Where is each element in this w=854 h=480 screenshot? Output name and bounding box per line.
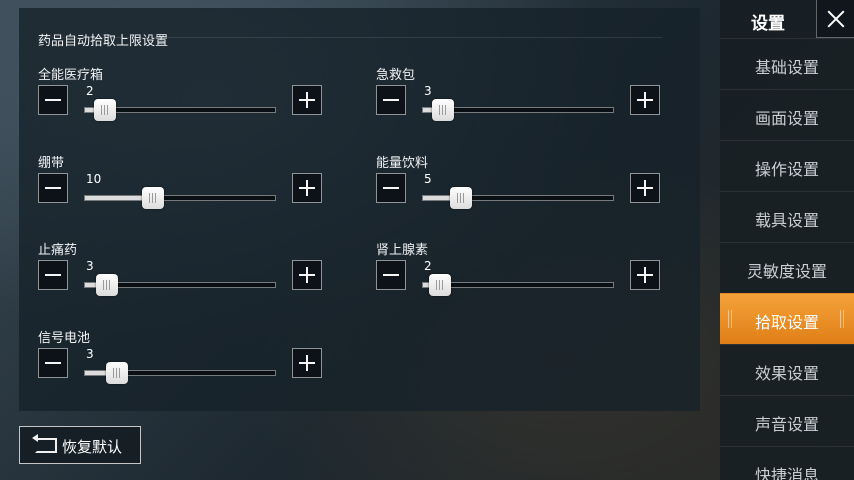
nav-label: 拾取设置 [754, 313, 819, 332]
slider-knob[interactable] [105, 362, 128, 384]
slider-track[interactable] [84, 195, 276, 201]
setting-label: 信号电池 [38, 331, 91, 346]
value-label: 2 [86, 84, 94, 98]
nav-label: 效果设置 [754, 364, 819, 383]
sidebar-title: 设置 [751, 14, 785, 34]
restore-defaults-label: 恢复默认 [62, 438, 123, 456]
slider-track[interactable] [422, 282, 614, 288]
setting-label: 止痛药 [38, 243, 78, 258]
setting-medkit: 全能医疗箱 2 [38, 64, 323, 134]
slider-knob[interactable] [432, 99, 455, 121]
minus-icon [383, 99, 399, 101]
setting-label: 急救包 [376, 68, 416, 83]
minus-icon [45, 187, 61, 189]
setting-label: 绷带 [38, 156, 65, 171]
nav-item-effects[interactable]: 效果设置 [720, 344, 854, 395]
section-title: 药品自动拾取上限设置 [38, 34, 169, 49]
decrease-button[interactable] [376, 85, 406, 115]
nav-label: 画面设置 [754, 109, 819, 128]
slider-knob[interactable] [142, 187, 165, 209]
nav-label: 灵敏度设置 [746, 262, 827, 281]
nav-item-pickup[interactable]: 拾取设置 [720, 293, 854, 344]
setting-adrenaline: 肾上腺素 2 [376, 239, 661, 309]
sidebar-header: 设置 [720, 0, 854, 38]
increase-button[interactable] [630, 85, 660, 115]
nav-item-basic[interactable]: 基础设置 [720, 38, 854, 89]
value-label: 2 [424, 259, 432, 273]
value-label: 10 [86, 172, 102, 186]
nav-item-quick-chat[interactable]: 快捷消息 [720, 446, 854, 480]
restore-icon [32, 434, 57, 453]
setting-label: 全能医疗箱 [38, 68, 104, 83]
section-divider [38, 37, 662, 38]
nav-label: 载具设置 [754, 211, 819, 230]
nav-item-graphics[interactable]: 画面设置 [720, 89, 854, 140]
minus-icon [45, 99, 61, 101]
slider-knob[interactable] [449, 187, 472, 209]
minus-icon [45, 274, 61, 276]
decrease-button[interactable] [376, 173, 406, 203]
decrease-button[interactable] [38, 348, 68, 378]
nav-label: 操作设置 [754, 160, 819, 179]
decrease-button[interactable] [38, 85, 68, 115]
setting-label: 能量饮料 [376, 156, 429, 171]
increase-button[interactable] [630, 260, 660, 290]
nav-item-audio[interactable]: 声音设置 [720, 395, 854, 446]
setting-signal-battery: 信号电池 3 [38, 327, 323, 397]
slider-knob[interactable] [94, 99, 117, 121]
minus-icon [383, 187, 399, 189]
restore-defaults-button[interactable]: 恢复默认 [19, 426, 141, 464]
nav-label: 基础设置 [754, 58, 819, 77]
value-label: 3 [86, 259, 94, 273]
pickup-limit-panel: 药品自动拾取上限设置 全能医疗箱 2 急救包 3 绷带 10 能量饮料 5 止痛… [19, 8, 700, 411]
increase-button[interactable] [292, 260, 322, 290]
minus-icon [45, 362, 61, 364]
increase-button[interactable] [292, 85, 322, 115]
nav-label: 声音设置 [754, 415, 819, 434]
increase-button[interactable] [292, 348, 322, 378]
setting-label: 肾上腺素 [376, 243, 429, 258]
value-label: 3 [86, 347, 94, 361]
value-label: 3 [424, 84, 432, 98]
nav-item-controls[interactable]: 操作设置 [720, 140, 854, 191]
slider-knob[interactable] [96, 274, 119, 296]
setting-painkiller: 止痛药 3 [38, 239, 323, 309]
decrease-button[interactable] [376, 260, 406, 290]
setting-bandage: 绷带 10 [38, 152, 323, 222]
close-icon[interactable] [816, 0, 854, 38]
decrease-button[interactable] [38, 173, 68, 203]
setting-energy-drink: 能量饮料 5 [376, 152, 661, 222]
value-label: 5 [424, 172, 432, 186]
nav-item-vehicle[interactable]: 载具设置 [720, 191, 854, 242]
decrease-button[interactable] [38, 260, 68, 290]
nav-item-sensitivity[interactable]: 灵敏度设置 [720, 242, 854, 293]
nav-label: 快捷消息 [754, 466, 819, 480]
slider-knob[interactable] [428, 274, 451, 296]
increase-button[interactable] [292, 173, 322, 203]
minus-icon [383, 274, 399, 276]
setting-first-aid-kit: 急救包 3 [376, 64, 661, 134]
settings-sidebar: 设置 基础设置 画面设置 操作设置 载具设置 灵敏度设置 拾取设置 效果设置 声… [720, 0, 854, 480]
increase-button[interactable] [630, 173, 660, 203]
